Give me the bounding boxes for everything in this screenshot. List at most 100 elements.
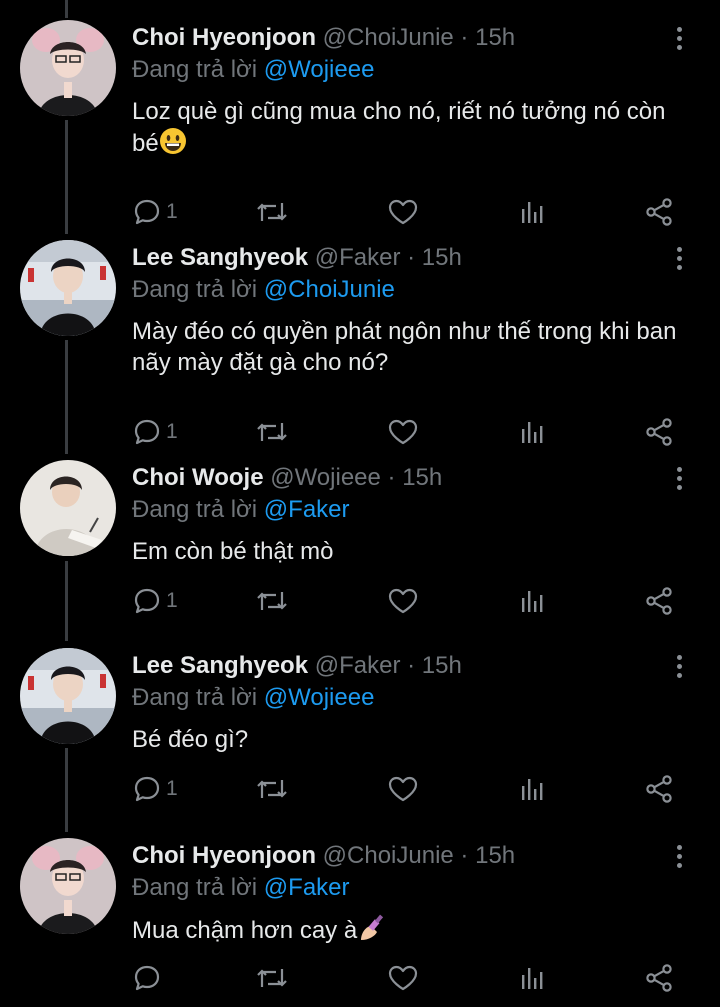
avatar[interactable] [20,240,116,336]
display-name[interactable]: Lee Sanghyeok [132,244,308,271]
tweet[interactable]: Lee Sanghyeok @Faker · 15h Đang trả lời … [0,648,720,838]
share-icon [646,198,672,226]
retweet-button[interactable] [255,585,289,617]
timestamp[interactable]: 15h [422,244,462,271]
like-button[interactable] [387,962,419,994]
user-handle[interactable]: @ChoiJunie [323,24,454,51]
more-button[interactable] [671,464,687,492]
reply-icon [134,419,160,445]
user-handle[interactable]: @Wojieee [270,464,381,491]
retweet-icon [257,203,287,221]
more-button[interactable] [671,652,687,680]
tweet[interactable]: Choi Hyeonjoon @ChoiJunie · 15h Đang trả… [0,20,720,226]
mention-link[interactable]: @Wojieee [264,56,375,83]
tweet[interactable]: Choi Hyeonjoon @ChoiJunie · 15h Đang trả… [0,838,720,1007]
retweet-button[interactable] [255,416,289,448]
share-button[interactable] [644,196,674,228]
reply-button[interactable] [132,962,166,994]
reply-count: 1 [166,589,178,612]
analytics-button[interactable] [518,962,548,994]
retweet-icon [257,780,287,798]
reply-count: 1 [166,200,178,223]
share-button[interactable] [644,773,674,805]
avatar[interactable] [20,460,116,556]
tweet[interactable]: Choi Wooje @Wojieee · 15h Đang trả lời @… [0,460,720,650]
grinning-face-icon [159,128,186,154]
tweet-header: Choi Wooje @Wojieee · 15h [132,461,442,495]
analytics-icon [522,591,543,612]
reply-button[interactable]: 1 [132,416,178,448]
display-name[interactable]: Lee Sanghyeok [132,652,308,679]
tweet-header: Lee Sanghyeok @Faker · 15h [132,241,462,275]
analytics-icon [522,202,543,223]
more-button[interactable] [671,842,687,870]
more-icon [677,664,682,669]
analytics-button[interactable] [518,585,548,617]
display-name[interactable]: Choi Hyeonjoon [132,842,316,869]
tweet-text: Loz què gì cũng mua cho nó, riết nó tưởn… [132,96,692,159]
retweet-button[interactable] [255,962,289,994]
retweet-button[interactable] [255,773,289,805]
mention-link[interactable]: @Faker [264,496,350,523]
user-handle[interactable]: @Faker [315,244,401,271]
tweet-text: Bé đéo gì? [132,726,249,753]
more-icon [677,36,682,41]
mention-link[interactable]: @ChoiJunie [264,276,395,303]
share-icon [646,964,672,992]
reply-label: Đang trả lời [132,56,258,83]
timestamp[interactable]: 15h [475,24,515,51]
reply-count: 1 [166,777,178,800]
action-bar: 1 [132,773,692,805]
reply-icon [134,199,160,225]
more-button[interactable] [671,24,687,52]
action-bar: 1 [132,196,692,228]
tweet-text: Mua chậm hơn cay à [132,914,692,946]
share-button[interactable] [644,962,674,994]
user-handle[interactable]: @ChoiJunie [323,842,454,869]
analytics-button[interactable] [518,773,548,805]
tweet-header: Lee Sanghyeok @Faker · 15h [132,649,462,683]
share-button[interactable] [644,585,674,617]
like-button[interactable] [387,416,419,448]
display-name[interactable]: Choi Wooje [132,464,264,491]
display-name[interactable]: Choi Hyeonjoon [132,24,316,51]
action-bar: 1 [132,416,692,448]
avatar[interactable] [20,838,116,934]
more-icon [677,467,682,472]
analytics-icon [522,422,543,443]
reply-button[interactable]: 1 [132,196,178,228]
like-button[interactable] [387,196,419,228]
mention-link[interactable]: @Faker [264,874,350,901]
separator: · [453,842,476,869]
tweet[interactable]: Lee Sanghyeok @Faker · 15h Đang trả lời … [0,240,720,446]
avatar[interactable] [20,20,116,116]
reply-button[interactable]: 1 [132,585,178,617]
share-button[interactable] [644,416,674,448]
like-icon [388,199,418,225]
more-button[interactable] [671,244,687,272]
like-button[interactable] [387,773,419,805]
action-bar [132,962,692,994]
user-handle[interactable]: @Faker [315,652,401,679]
avatar[interactable] [20,648,116,744]
mention-link[interactable]: @Wojieee [264,684,375,711]
thread-line [65,0,68,18]
retweet-icon [257,969,287,987]
replying-to: Đang trả lời @Faker [132,871,350,905]
separator: · [453,24,476,51]
reply-label: Đang trả lời [132,496,258,523]
analytics-button[interactable] [518,196,548,228]
more-icon [677,256,682,261]
timestamp[interactable]: 15h [475,842,515,869]
like-button[interactable] [387,585,419,617]
replying-to: Đang trả lời @ChoiJunie [132,273,395,307]
reply-button[interactable]: 1 [132,773,178,805]
more-icon [677,247,682,252]
tweet-header: Choi Hyeonjoon @ChoiJunie · 15h [132,839,515,873]
like-icon [388,419,418,445]
timestamp[interactable]: 15h [422,652,462,679]
timestamp[interactable]: 15h [402,464,442,491]
analytics-button[interactable] [518,416,548,448]
retweet-button[interactable] [255,196,289,228]
more-icon [677,45,682,50]
